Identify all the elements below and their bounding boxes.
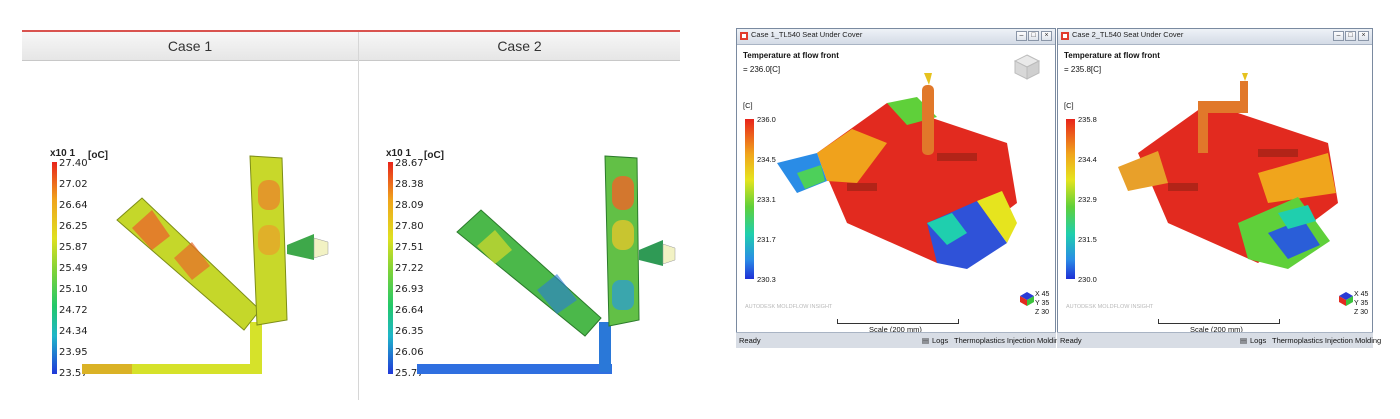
legend-tick: 231.5: [1078, 235, 1097, 244]
close-button[interactable]: ×: [1358, 31, 1369, 41]
case2-header: Case 2: [497, 38, 542, 54]
axis-cube-icon: [1339, 292, 1353, 306]
maximize-button[interactable]: □: [1028, 31, 1039, 41]
case2-result-window[interactable]: Case 2_TL540 Seat Under Cover – □ × Temp…: [1057, 28, 1373, 348]
clip-tip: [313, 237, 329, 259]
clip: [287, 234, 314, 260]
logs-button[interactable]: Logs: [932, 336, 948, 345]
status-ready: Ready: [739, 336, 761, 345]
legend-tick: 230.3: [757, 275, 776, 284]
window-titlebar[interactable]: Case 2_TL540 Seat Under Cover – □ ×: [1058, 29, 1372, 45]
logs-button[interactable]: Logs: [1250, 336, 1266, 345]
window-title: Case 1_TL540 Seat Under Cover: [751, 30, 863, 39]
result-value: = 236.0[C]: [743, 65, 781, 74]
minimize-button[interactable]: –: [1333, 31, 1344, 41]
part-slot: [937, 153, 977, 161]
clip: [639, 240, 663, 266]
case2-part-render: [417, 155, 676, 374]
case-comparison-panel: Case 1 Case 2 x10 1 [oC] 27.40 27.02 26.…: [22, 30, 680, 400]
case2-status-bar: Ready ▤ Logs Thermoplastics Injection Mo…: [1057, 332, 1381, 348]
legend-tick: 234.4: [1078, 155, 1097, 164]
left-arm: [456, 209, 602, 337]
legend-unit: [C]: [743, 101, 753, 110]
axis-triad: X 45 Y 35 Z 30: [1338, 291, 1368, 325]
axis-y-label: Y 35: [1354, 300, 1369, 307]
sprue: [250, 322, 262, 372]
runner-gate-zone: [82, 364, 132, 374]
logs-icon[interactable]: ▤: [922, 336, 929, 345]
axis-x-label: X 45: [1354, 291, 1369, 298]
runner: [417, 364, 612, 374]
window-titlebar[interactable]: Case 1_TL540 Seat Under Cover – □ ×: [737, 29, 1055, 45]
status-module: Thermoplastics Injection Molding: [954, 336, 1064, 345]
legend-tick: 232.9: [1078, 195, 1097, 204]
hot-zone: [258, 180, 280, 210]
result-value: = 235.8[C]: [1064, 65, 1102, 74]
minimize-button[interactable]: –: [1016, 31, 1027, 41]
color-bar: [745, 119, 754, 279]
hot-zone: [258, 225, 280, 255]
legend-tick: 231.7: [757, 235, 776, 244]
mold-model-render: [1118, 73, 1338, 269]
clip-tip: [662, 243, 676, 265]
sprue: [599, 322, 611, 372]
app-icon: [1061, 32, 1069, 40]
nozzle: [1242, 73, 1248, 81]
part-slot: [847, 183, 877, 191]
axis-z-label: Z 30: [1354, 309, 1369, 316]
axis-triad: X 45 Y 35 Z 30: [1019, 291, 1049, 325]
case2-color-bar: [388, 162, 393, 374]
sprue: [1240, 81, 1248, 103]
case1-result-window[interactable]: Case 1_TL540 Seat Under Cover – □ × Temp…: [736, 28, 1056, 348]
hot-zone: [612, 176, 634, 210]
case1-color-bar: [52, 162, 57, 374]
logs-icon[interactable]: ▤: [1240, 336, 1247, 345]
legend-tick: 233.1: [757, 195, 776, 204]
status-module: Thermoplastics Injection Molding: [1272, 336, 1382, 345]
axis-x-label: X 45: [1035, 291, 1050, 298]
scale-bar: [837, 319, 959, 324]
mold-model-render: [777, 73, 1017, 269]
legend-unit: [C]: [1064, 101, 1074, 110]
legend-tick: 235.8: [1078, 115, 1097, 124]
status-ready: Ready: [1060, 336, 1082, 345]
legend-tick: 236.0: [757, 115, 776, 124]
warm-zone: [612, 220, 634, 250]
case1-header: Case 1: [167, 38, 213, 54]
axis-z-label: Z 30: [1035, 309, 1050, 316]
nozzle: [924, 73, 932, 85]
window-title: Case 2_TL540 Seat Under Cover: [1072, 30, 1184, 39]
cool-zone: [612, 280, 634, 310]
sprue: [922, 85, 934, 155]
case1-status-bar: Ready ▤ Logs Thermoplastics Injection Mo…: [736, 332, 1063, 348]
comparison-header: Case 1 Case 2: [22, 32, 680, 61]
part-slot: [1258, 149, 1298, 157]
axis-cube-icon: [1020, 292, 1034, 306]
color-bar: [1066, 119, 1075, 279]
close-button[interactable]: ×: [1041, 31, 1052, 41]
legend-tick: 234.5: [757, 155, 776, 164]
column-divider: [358, 32, 359, 400]
part-slot: [1168, 183, 1198, 191]
axis-y-label: Y 35: [1035, 300, 1050, 307]
app-icon: [740, 32, 748, 40]
maximize-button[interactable]: □: [1345, 31, 1356, 41]
case1-part-render: [82, 155, 329, 374]
watermark: AUTODESK MOLDFLOW INSIGHT: [1066, 304, 1154, 310]
result-title: Temperature at flow front: [743, 51, 839, 60]
watermark: AUTODESK MOLDFLOW INSIGHT: [745, 304, 833, 310]
scale-bar: [1158, 319, 1280, 324]
legend-tick: 230.0: [1078, 275, 1097, 284]
result-title: Temperature at flow front: [1064, 51, 1160, 60]
